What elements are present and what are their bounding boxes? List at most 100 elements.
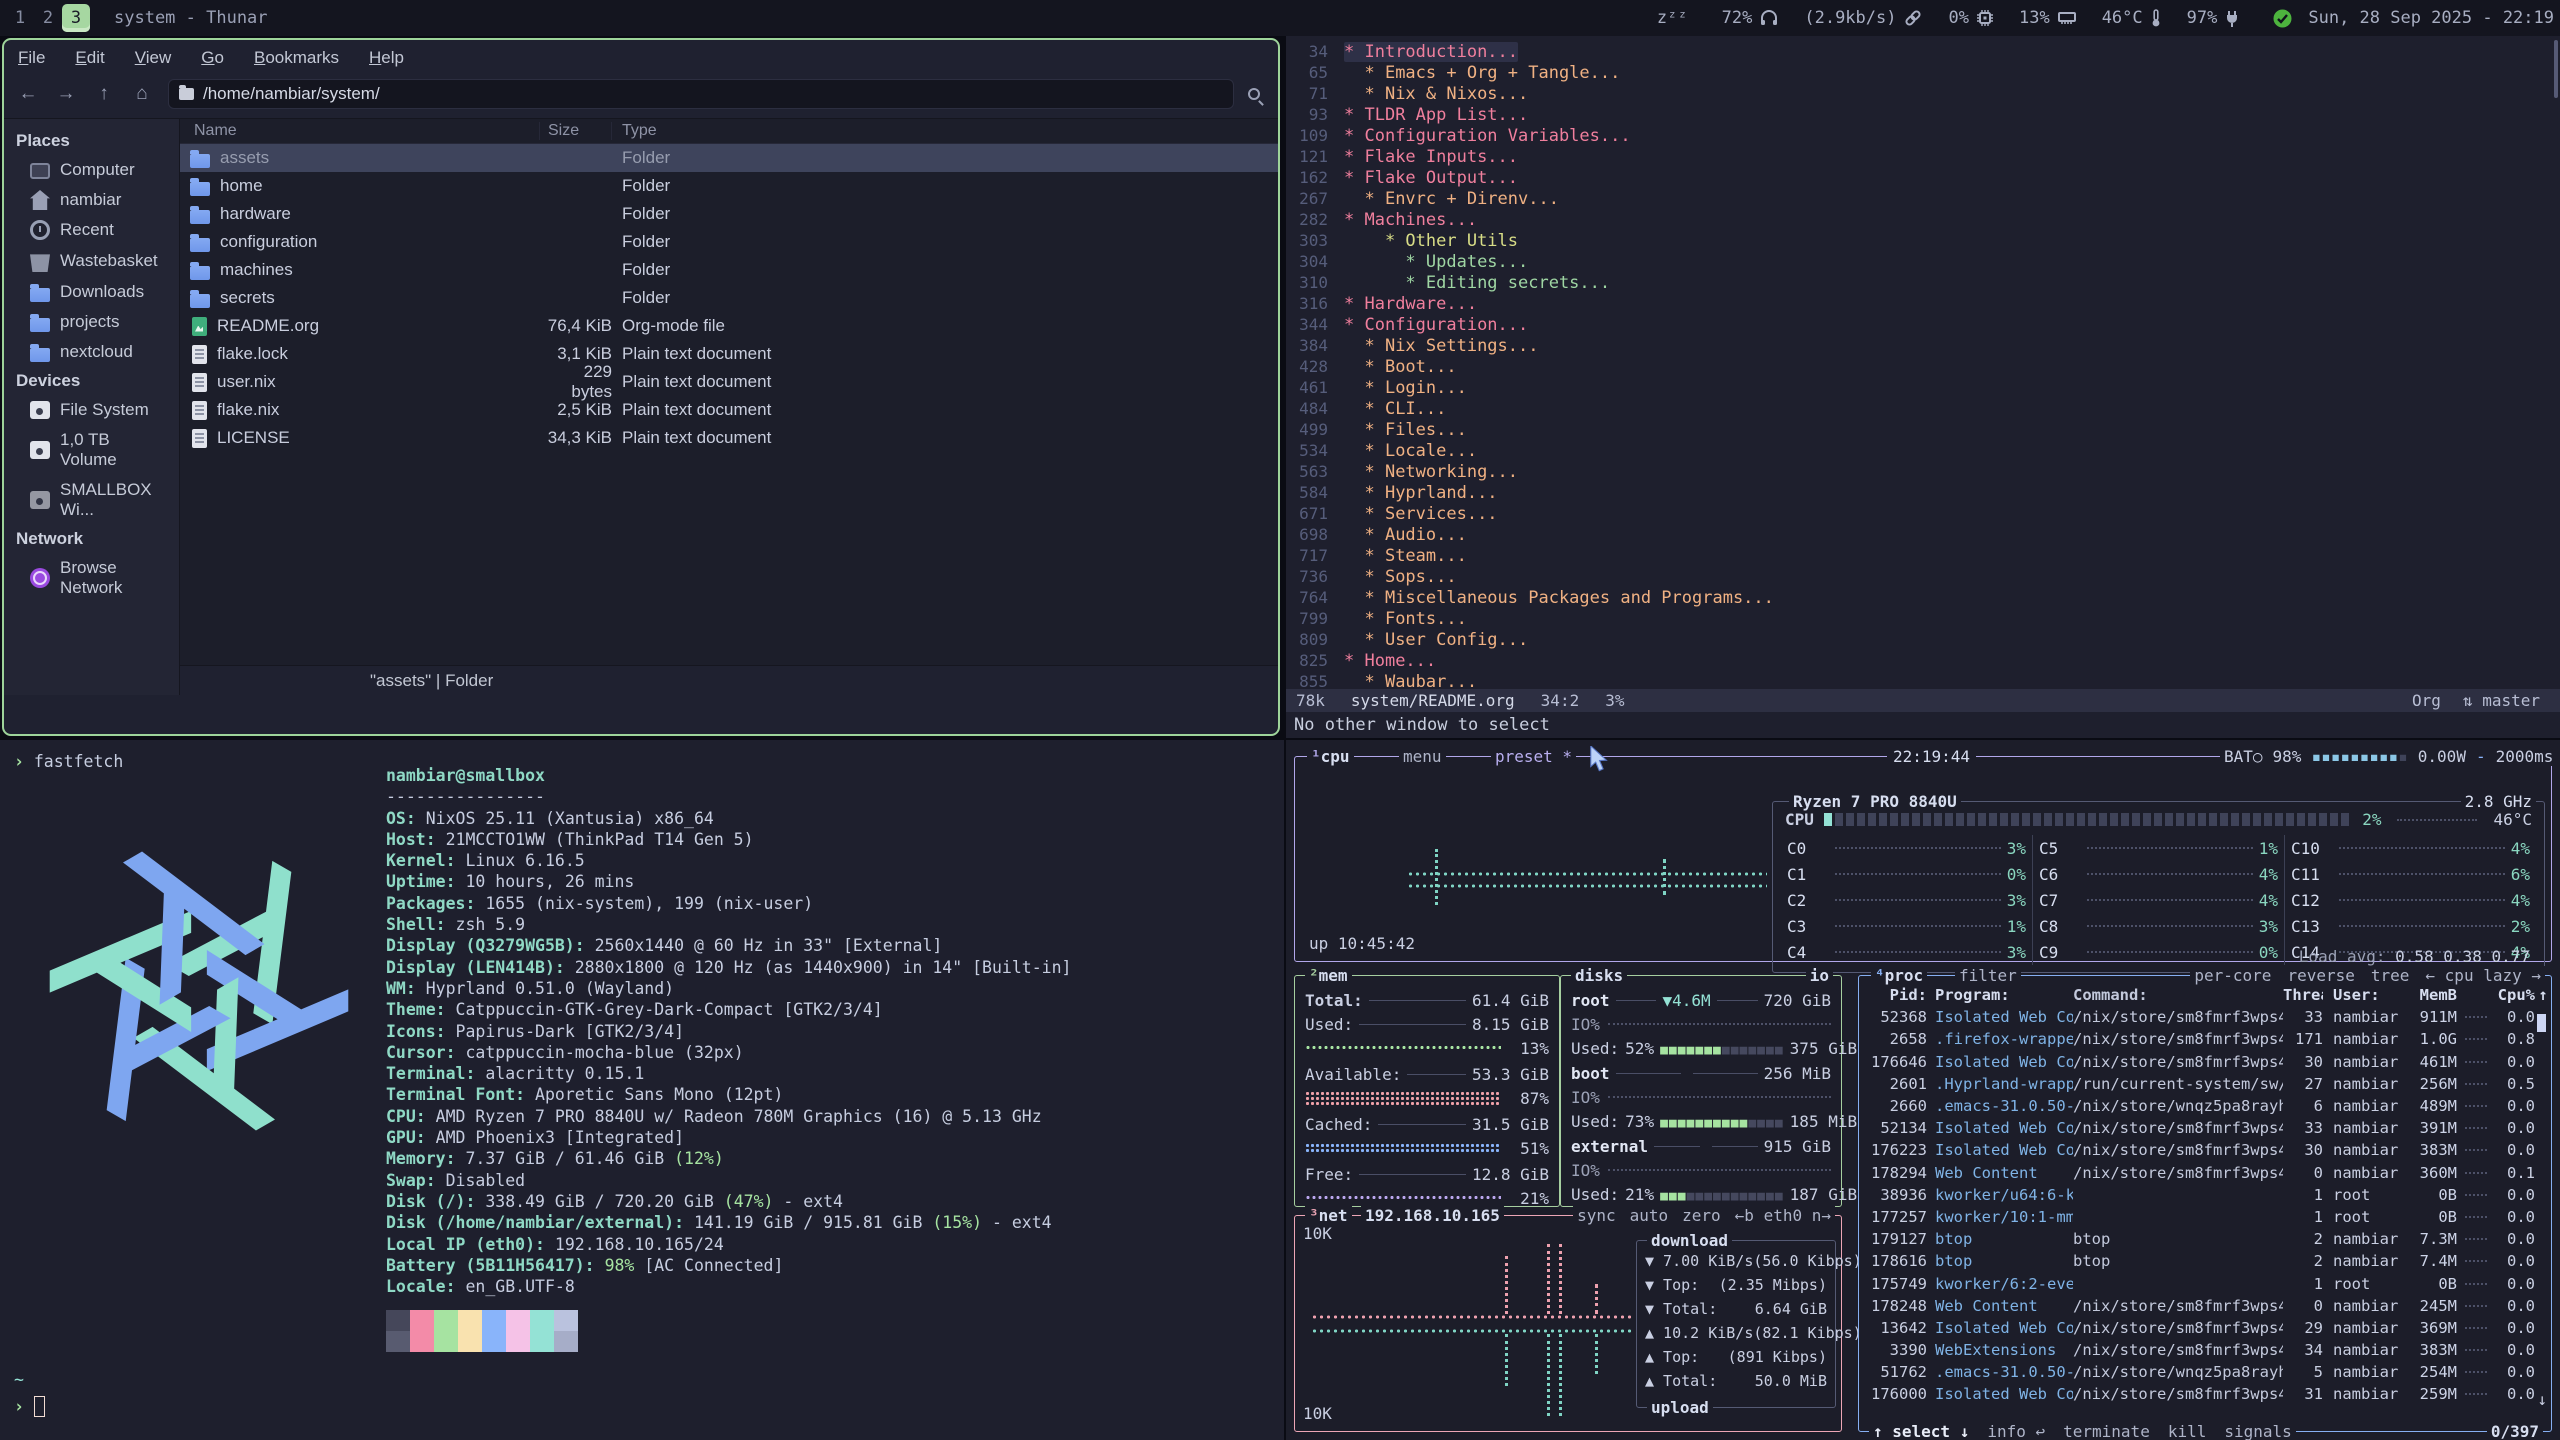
org-heading[interactable]: 344 * Configuration... [1286,314,2560,335]
org-heading[interactable]: 698 * Audio... [1286,524,2560,545]
process-row[interactable]: 179127 btop btop 2 nambiar 7.3M 0.0 [1859,1228,2551,1250]
file-row[interactable]: home Folder [180,172,1278,200]
up-button[interactable]: ↑ [92,83,116,105]
column-name[interactable]: Name [180,122,540,140]
tray-item[interactable]: 72% [1722,8,1779,28]
org-heading[interactable]: 162 * Flake Output... [1286,167,2560,188]
major-mode[interactable]: Org [2412,691,2441,710]
io-toggle[interactable]: io [1806,966,1833,985]
sidebar-item-projects[interactable]: projects [4,307,179,337]
column-size[interactable]: Size [540,122,612,140]
tray-item[interactable] [2265,9,2292,28]
preset-button[interactable]: preset * [1491,747,1576,766]
interval-decrease[interactable]: - [2476,747,2486,766]
network-control[interactable]: sync [1577,1206,1616,1225]
header-user[interactable]: User: [2323,986,2409,1004]
org-heading[interactable]: 484 * CLI... [1286,398,2560,419]
process-row[interactable]: 2658 .firefox-wrappe /nix/store/sm8fmrf3… [1859,1028,2551,1050]
sidebar-item-smallbox-wi-[interactable]: SMALLBOX Wi... [4,475,179,525]
workspace-button[interactable]: 1 [6,4,34,32]
shell-prompt[interactable]: › [14,1396,45,1417]
filter-button[interactable]: filter [1955,966,2021,985]
process-row[interactable]: 2601 .Hyprland-wrapp /run/current-system… [1859,1073,2551,1095]
org-heading[interactable]: 34 * Introduction... [1286,41,2560,62]
menu-item[interactable]: View [135,48,172,68]
sidebar-item-browse-network[interactable]: Browse Network [4,553,179,603]
process-row[interactable]: 176000 Isolated Web Co /nix/store/sm8fmr… [1859,1383,2551,1405]
file-row[interactable]: flake.nix 2,5 KiB Plain text document [180,396,1278,424]
scroll-down-icon[interactable]: ↓ [2537,1390,2547,1409]
process-box-title[interactable]: ⁴proc [1871,966,1927,985]
org-heading[interactable]: 717 * Steam... [1286,545,2560,566]
footer-action[interactable]: kill [2168,1422,2207,1440]
process-row[interactable]: 178248 Web Content /nix/store/sm8fmrf3wp… [1859,1295,2551,1317]
cpu-box-title[interactable]: ¹cpu [1307,747,1354,766]
file-row[interactable]: hardware Folder [180,200,1278,228]
network-control[interactable]: ←b eth0 n→ [1735,1206,1831,1225]
sidebar-item-file-system[interactable]: File System [4,395,179,425]
header-cpu[interactable]: Cpu% [2495,986,2535,1004]
process-row[interactable]: 178616 btop btop 2 nambiar 7.4M 0.0 [1859,1250,2551,1272]
menu-item[interactable]: Help [369,48,404,68]
file-row[interactable]: flake.lock 3,1 KiB Plain text document [180,340,1278,368]
file-row[interactable]: secrets Folder [180,284,1278,312]
org-heading[interactable]: 121 * Flake Inputs... [1286,146,2560,167]
clock[interactable]: Sun, 28 Sep 2025 - 22:19 [2308,8,2560,28]
sidebar-item-nextcloud[interactable]: nextcloud [4,337,179,367]
file-row[interactable]: README.org 76,4 KiB Org-mode file [180,312,1278,340]
disks-box-title[interactable]: disks [1571,966,1627,985]
process-row[interactable]: 52134 Isolated Web Co /nix/store/sm8fmrf… [1859,1117,2551,1139]
org-heading[interactable]: 534 * Locale... [1286,440,2560,461]
org-heading[interactable]: 799 * Fonts... [1286,608,2560,629]
footer-action[interactable]: info ↩ [1987,1422,2045,1440]
tray-item[interactable]: zᶻᶻ [1657,8,1696,28]
file-row[interactable]: assets Folder [180,144,1278,172]
network-box-title[interactable]: ³net [1305,1206,1352,1225]
process-row[interactable]: 177257 kworker/10:1-mm_ 1 root 0B 0.0 [1859,1206,2551,1228]
org-heading[interactable]: 736 * Sops... [1286,566,2560,587]
org-heading[interactable]: 310 * Editing secrets... [1286,272,2560,293]
process-control[interactable]: tree [2371,966,2410,985]
sidebar-item-1-0-tb-volume[interactable]: 1,0 TB Volume [4,425,179,475]
header-mem[interactable]: MemB [2409,986,2457,1004]
file-row[interactable]: LICENSE 34,3 KiB Plain text document [180,424,1278,452]
org-heading[interactable]: 282 * Machines... [1286,209,2560,230]
org-heading[interactable]: 71 * Nix & Nixos... [1286,83,2560,104]
path-bar[interactable]: /home/nambiar/system/ [168,79,1234,109]
memory-box-title[interactable]: ²mem [1305,966,1352,985]
tray-item[interactable]: 0% [1948,8,1992,28]
org-heading[interactable]: 584 * Hyprland... [1286,482,2560,503]
org-heading[interactable]: 384 * Nix Settings... [1286,335,2560,356]
process-row[interactable]: 51762 .emacs-31.0.50- /nix/store/wnqz5pa… [1859,1361,2551,1383]
org-heading[interactable]: 764 * Miscellaneous Packages and Program… [1286,587,2560,608]
workspace-button[interactable]: 3 [62,4,90,32]
file-row[interactable]: configuration Folder [180,228,1278,256]
process-row[interactable]: 178294 Web Content /nix/store/sm8fmrf3wp… [1859,1162,2551,1184]
back-button[interactable]: ← [16,83,40,105]
sort-arrow-icon[interactable]: ↑ [2535,986,2551,1004]
menu-item[interactable]: File [18,48,45,68]
org-heading[interactable]: 304 * Updates... [1286,251,2560,272]
footer-action[interactable]: terminate [2063,1422,2150,1440]
process-control[interactable]: per-core [2194,966,2271,985]
org-heading[interactable]: 563 * Networking... [1286,461,2560,482]
menu-button[interactable]: menu [1399,747,1446,766]
footer-action[interactable]: signals [2224,1422,2291,1440]
file-row[interactable]: user.nix 229 bytes Plain text document [180,368,1278,396]
process-row[interactable]: 13642 Isolated Web Co /nix/store/sm8fmrf… [1859,1317,2551,1339]
tray-item[interactable]: (2.9kb/s) [1804,8,1922,28]
header-threads[interactable]: Threads: [2283,986,2323,1004]
workspace-button[interactable]: 2 [34,4,62,32]
menu-item[interactable]: Bookmarks [254,48,339,68]
process-row[interactable]: 176646 Isolated Web Co /nix/store/sm8fmr… [1859,1051,2551,1073]
tray-item[interactable]: 97% [2187,8,2240,28]
header-program[interactable]: Program: [1927,986,2073,1004]
home-button[interactable]: ⌂ [130,83,154,105]
org-heading[interactable]: 109 * Configuration Variables... [1286,125,2560,146]
org-heading[interactable]: 93 * TLDR App List... [1286,104,2560,125]
process-row[interactable]: 2660 .emacs-31.0.50- /nix/store/wnqz5pa8… [1859,1095,2551,1117]
process-row[interactable]: 38936 kworker/u64:6-kc 1 root 0B 0.0 [1859,1184,2551,1206]
tray-item[interactable]: 46°C [2102,8,2161,28]
org-heading[interactable]: 499 * Files... [1286,419,2560,440]
header-command[interactable]: Command: [2073,986,2283,1004]
